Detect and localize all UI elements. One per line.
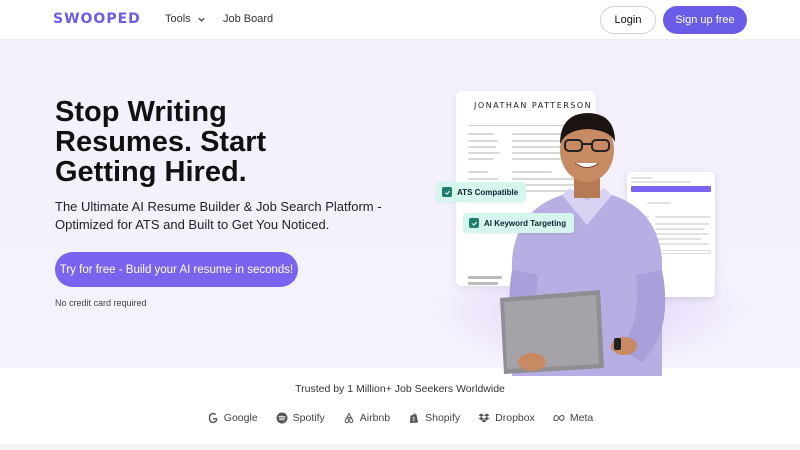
chevron-down-icon [198,17,205,22]
cta-button[interactable]: Try for free - Build your AI resume in s… [55,252,298,287]
brand-airbnb-label: Airbnb [359,412,391,424]
hero-subtitle: The Ultimate AI Resume Builder & Job Sea… [55,199,382,232]
check-icon [469,218,479,228]
dropbox-icon [478,413,490,423]
brand-shopify: Shopify [408,412,460,424]
brand-dropbox: Dropbox [478,412,535,424]
brand-dropbox-label: Dropbox [495,412,535,424]
login-button[interactable]: Login [600,6,656,34]
meta-icon [553,414,565,422]
google-icon [208,412,218,424]
nav-tools-menu[interactable]: Tools [165,13,206,25]
ai-keyword-label: AI Keyword Targeting [484,218,567,228]
nav-job-board-link[interactable]: Job Board [223,13,273,25]
shopify-icon [410,413,419,423]
hero-title: Stop Writing Resumes. Start Getting Hire… [55,96,267,188]
brand-meta: Meta [553,412,593,424]
person-with-laptop-image [500,113,666,376]
ats-compatible-label: ATS Compatible [457,187,519,197]
nav-tools-label: Tools [165,13,191,25]
signup-button[interactable]: Sign up free [663,6,747,34]
brand-logos: Google Spotify Airbnb Shopify Dropbox Me… [0,412,800,424]
no-credit-card-note: No credit card required [55,298,147,308]
brand-google-label: Google [223,412,258,424]
ats-compatible-badge: ATS Compatible [436,182,527,202]
spotify-icon [276,412,288,424]
brand-airbnb: Airbnb [343,412,390,424]
brand-spotify-label: Spotify [292,412,325,424]
footer-divider [0,444,800,450]
trust-headline: Trusted by 1 Million+ Job Seekers Worldw… [295,383,505,395]
check-icon [442,187,452,197]
ai-keyword-badge: AI Keyword Targeting [463,213,575,233]
logo[interactable]: SWOOPED [53,11,141,27]
airbnb-icon [344,412,354,424]
brand-shopify-label: Shopify [425,412,461,424]
brand-spotify: Spotify [276,412,325,424]
brand-meta-label: Meta [569,412,594,424]
brand-google: Google [207,412,258,424]
hero-section: Stop Writing Resumes. Start Getting Hire… [0,40,800,376]
top-nav: SWOOPED Tools Job Board Login Sign up fr… [0,0,800,40]
